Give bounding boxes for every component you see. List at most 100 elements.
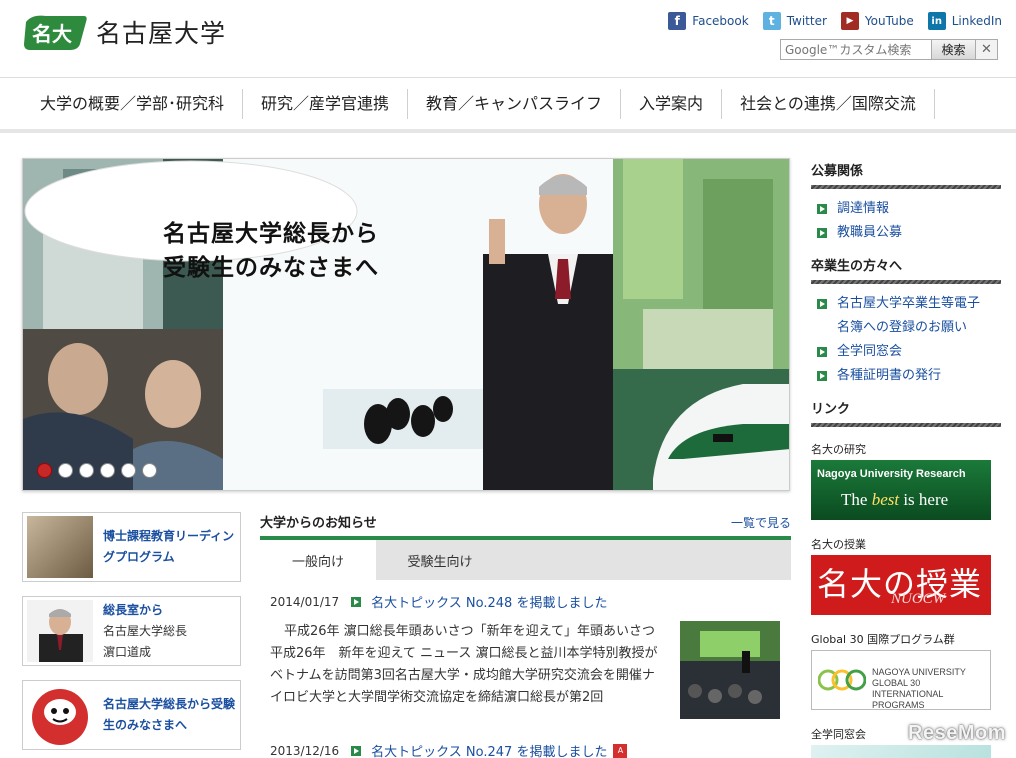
svg-text:名大: 名大 — [32, 22, 72, 46]
nav-research[interactable]: 研究／産学官連携 — [243, 89, 409, 119]
sidebar-item-alumni-association[interactable]: 全学同窓会 — [817, 340, 1001, 364]
sidebar-item-faculty-recruitment[interactable]: 教職員公募 — [817, 221, 1001, 245]
logo-text: 名古屋大学 — [96, 19, 227, 48]
feature-president-office[interactable]: 総長室から 名古屋大学総長 濵口道成 — [22, 596, 241, 666]
news-body: 平成26年 濵口総長年頭あいさつ「新年を迎えて」年頭あいさつ 平成26年 新年を… — [270, 621, 781, 719]
banner-line-2: GLOBAL 30 — [872, 678, 921, 688]
news-meta: 2014/01/17 名大トピックス No.248 を掲載しました — [270, 592, 781, 612]
sidebar-item-label: 教職員公募 — [837, 225, 903, 240]
nav-society[interactable]: 社会との連携／国際交流 — [722, 89, 935, 119]
feature-sub-1: 名古屋大学総長 — [103, 623, 188, 638]
arrow-icon — [817, 347, 827, 357]
page: 名大 名古屋大学 f Facebook t Twitter ▶ YouTube in L… — [0, 0, 1016, 758]
president-photo — [27, 600, 93, 662]
youtube-icon: ▶ — [840, 12, 859, 30]
sidebar-item-label: 各種証明書の発行 — [837, 368, 942, 383]
search-clear-button[interactable]: ✕ — [976, 39, 998, 60]
feature-sub-2: 濵口道成 — [103, 644, 152, 659]
news-date: 2014/01/17 — [270, 594, 340, 609]
facebook-icon: f — [668, 12, 687, 30]
search-button[interactable]: 検索 — [932, 39, 976, 60]
watermark: ReseMom — [908, 722, 1006, 744]
tab-examinees[interactable]: 受験生向け — [376, 540, 504, 580]
slide-dots — [37, 463, 157, 478]
feature-leading-program[interactable]: 博士課程教育リーディングプログラム — [22, 512, 241, 582]
search-input[interactable] — [780, 39, 932, 60]
linkedin-label: LinkedIn — [951, 14, 1002, 28]
search-form: 検索 ✕ — [780, 39, 998, 60]
twitter-label: Twitter — [786, 14, 827, 28]
sidebar-list-recruitment: 調達情報 教職員公募 — [811, 189, 1001, 253]
arrow-icon — [351, 745, 362, 756]
banner-line-3: INTERNATIONAL PROGRAMS — [872, 689, 944, 710]
linkedin-link[interactable]: in LinkedIn — [927, 12, 1002, 30]
link-label: 名大の研究 — [811, 443, 866, 456]
twitter-link[interactable]: t Twitter — [762, 12, 827, 30]
youtube-label: YouTube — [864, 14, 914, 28]
news-more-link[interactable]: 一覧で見る — [731, 514, 791, 531]
sidebar-item-certificates[interactable]: 各種証明書の発行 — [817, 364, 1001, 388]
news-link[interactable]: 名大トピックス No.248 を掲載しました — [371, 592, 607, 611]
facebook-link[interactable]: f Facebook — [668, 12, 749, 30]
sidebar-list-alumni: 名古屋大学卒業生等電子 名簿への登録のお願い 全学同窓会 各種証明書の発行 — [811, 284, 1001, 396]
news-tabs: 一般向け 受験生向け — [260, 540, 791, 580]
banner-text: NAGOYA UNIVERSITY GLOBAL 30 INTERNATIONA… — [872, 667, 990, 710]
site-header: 名大 名古屋大学 f Facebook t Twitter ▶ YouTube in L… — [0, 0, 1016, 78]
nav-about[interactable]: 大学の概要／学部･研究科 — [22, 89, 244, 119]
sidebar-item-label: 全学同窓会 — [837, 344, 903, 359]
news-thumbnail[interactable] — [680, 621, 780, 719]
feature-title: 総長室から — [103, 602, 164, 617]
twitter-icon: t — [762, 12, 781, 30]
sidebar-heading-alumni: 卒業生の方々へ — [811, 253, 1001, 284]
logo-mark-icon: 名大 — [22, 12, 88, 52]
linkedin-icon: in — [927, 12, 946, 30]
arrow-icon — [817, 204, 827, 214]
link-research[interactable]: 名大の研究 Nagoya University Research The bes… — [811, 441, 1001, 520]
news-item: 2014/01/17 名大トピックス No.248 を掲載しました 平成26年 … — [260, 580, 791, 719]
youtube-link[interactable]: ▶ YouTube — [840, 12, 914, 30]
facebook-label: Facebook — [692, 14, 749, 28]
sidebar-item-alumni-directory-cont[interactable]: 名簿への登録のお願い — [817, 316, 1001, 340]
news-date: 2013/12/16 — [270, 743, 340, 758]
university-logo[interactable]: 名大 名古屋大学 — [22, 12, 226, 52]
feature-message-examinees[interactable]: 名古屋大学総長から受験生のみなさまへ — [22, 680, 241, 750]
hero-line-1: 名古屋大学総長から — [163, 221, 379, 247]
research-banner[interactable]: Nagoya University Research The best is h… — [811, 460, 991, 520]
sidebar-heading-links: リンク — [811, 396, 1001, 427]
link-label: 名大の授業 — [811, 538, 866, 551]
alumni-banner[interactable] — [811, 745, 991, 758]
banner-tagline: NUOCW — [891, 591, 946, 607]
tab-general[interactable]: 一般向け — [260, 540, 376, 580]
news-link[interactable]: 名大トピックス No.247 を掲載しました — [371, 741, 607, 758]
news-meta: 2013/12/16 名大トピックス No.247 を掲載しました A — [270, 741, 781, 758]
banner-tagline-a: The — [841, 490, 872, 509]
slide-dot-3[interactable] — [79, 463, 94, 478]
hero-slideshow[interactable]: 名古屋大学総長から 受験生のみなさまへ — [22, 158, 790, 491]
nav-education[interactable]: 教育／キャンパスライフ — [408, 89, 622, 119]
link-global30[interactable]: Global 30 国際プログラム群 NAGOYA UNIVERSITY GLO… — [811, 631, 1001, 710]
news-item: 2013/12/16 名大トピックス No.247 を掲載しました A — [260, 719, 791, 758]
sidebar-item-alumni-directory[interactable]: 名古屋大学卒業生等電子 — [817, 292, 1001, 316]
banner-tagline: The best is here — [841, 490, 948, 510]
slide-dot-4[interactable] — [100, 463, 115, 478]
slide-dot-2[interactable] — [58, 463, 73, 478]
feature-title: 博士課程教育リーディングプログラム — [103, 529, 235, 564]
slide-dot-6[interactable] — [142, 463, 157, 478]
main-nav: 大学の概要／学部･研究科 研究／産学官連携 教育／キャンパスライフ 入学案内 社… — [0, 79, 1016, 133]
ocw-banner[interactable]: 名大の授業 NUOCW — [811, 555, 991, 615]
nav-admissions[interactable]: 入学案内 — [621, 89, 723, 119]
sidebar-item-label: 調達情報 — [837, 201, 890, 216]
sidebar: 公募関係 調達情報 教職員公募 卒業生の方々へ 名古屋大学卒業生等電子 名簿への… — [811, 158, 1001, 758]
link-ocw[interactable]: 名大の授業 名大の授業 NUOCW — [811, 536, 1001, 615]
global30-banner[interactable]: NAGOYA UNIVERSITY GLOBAL 30 INTERNATIONA… — [811, 650, 991, 710]
slide-dot-5[interactable] — [121, 463, 136, 478]
sidebar-item-procurement[interactable]: 調達情報 — [817, 197, 1001, 221]
sidebar-item-label: 名簿への登録のお願い — [837, 320, 968, 335]
feature-text: 名古屋大学総長から受験生のみなさまへ — [103, 694, 236, 736]
sidebar-item-label: 名古屋大学卒業生等電子 — [837, 296, 981, 311]
slide-dot-1[interactable] — [37, 463, 52, 478]
news-header: 大学からのお知らせ 一覧で見る — [260, 512, 791, 540]
hero-message: 名古屋大学総長から 受験生のみなさまへ — [163, 217, 463, 285]
news-section: 大学からのお知らせ 一覧で見る 一般向け 受験生向け 2014/01/17 名大… — [260, 512, 791, 758]
feature-title: 名古屋大学総長から受験生のみなさまへ — [103, 697, 236, 732]
